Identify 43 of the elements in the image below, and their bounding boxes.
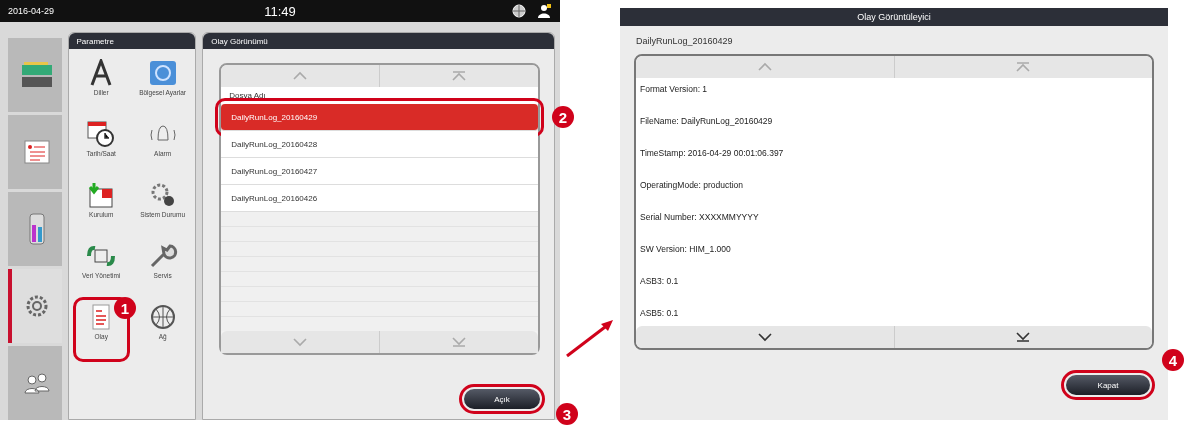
date-text: 2016-04-29 xyxy=(8,6,56,16)
side-tab[interactable] xyxy=(8,269,62,343)
panel-title: Parametre xyxy=(68,33,196,49)
globe-flag-icon xyxy=(147,59,178,87)
side-tab[interactable] xyxy=(8,115,62,189)
calendar-clock-icon xyxy=(86,120,117,148)
globe-icon[interactable] xyxy=(512,4,526,18)
side-tab[interactable] xyxy=(8,38,62,112)
log-line: FileName: DailyRunLog_20160429 xyxy=(640,116,774,126)
callout-number: 3 xyxy=(556,403,578,425)
chevron-top-icon xyxy=(451,71,468,81)
log-row[interactable]: DailyRunLog_20160426 xyxy=(221,185,538,212)
chevron-down-icon xyxy=(292,337,309,347)
chevron-up-icon xyxy=(756,62,773,72)
side-tab[interactable] xyxy=(8,192,62,266)
chevron-top-icon xyxy=(1015,62,1032,72)
log-line: Format Version: 1 xyxy=(640,84,709,94)
document-list-icon xyxy=(23,140,50,164)
settings-icon xyxy=(24,294,49,318)
user-icon[interactable] xyxy=(536,4,552,18)
time-text: 11:49 xyxy=(264,3,296,19)
log-line: ASB3: 0.1 xyxy=(640,276,680,286)
log-row[interactable]: DailyRunLog_20160428 xyxy=(221,131,538,158)
reagent-bottles-icon xyxy=(20,61,53,89)
panel-title: Olay Görünümü xyxy=(203,33,554,49)
file-name-text: DailyRunLog_20160429 xyxy=(635,35,734,48)
callout-number: 1 xyxy=(113,297,136,319)
chevron-up-icon xyxy=(292,71,309,81)
callout-number: 2 xyxy=(552,106,574,128)
chevron-down-icon xyxy=(756,332,773,342)
side-tab[interactable] xyxy=(8,346,62,420)
log-row[interactable]: DailyRunLog_20160427 xyxy=(221,158,538,185)
log-line: OperatingMode: production xyxy=(640,180,744,190)
log-line: Serial Number: XXXXMMYYYY xyxy=(640,212,760,222)
log-line: SW Version: HIM_1.000 xyxy=(640,244,732,254)
chevron-bottom-icon xyxy=(1015,332,1032,342)
dialog-title: Olay Görüntüleyici xyxy=(620,8,1168,26)
test-tubes-icon xyxy=(28,213,45,245)
log-line: ASB5: 0.1 xyxy=(640,308,680,318)
callout-number: 4 xyxy=(1162,349,1184,371)
log-line: TimeStamp: 2016-04-29 00:01:06.397 xyxy=(640,148,785,158)
users-icon xyxy=(22,371,51,395)
chevron-bottom-icon xyxy=(451,337,468,347)
